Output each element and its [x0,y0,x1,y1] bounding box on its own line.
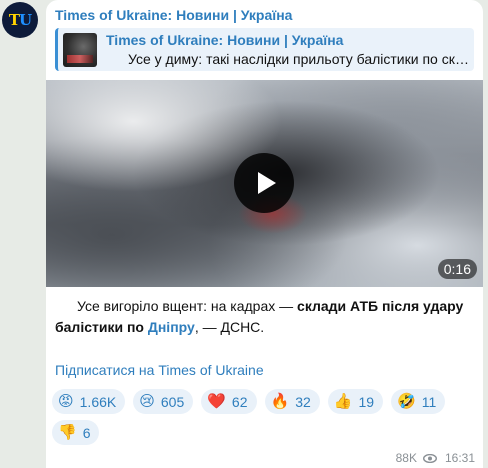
reaction-count: 6 [82,424,91,441]
message-meta: 88K 16:31 [396,451,475,465]
subscribe-link[interactable]: Підписатися на Times of Ukraine [55,362,264,378]
reaction-count: 11 [421,393,437,410]
reaction-thumbs-up[interactable]: 👍 19 [327,389,384,414]
reaction-count: 19 [358,393,375,410]
message-time: 16:31 [444,451,475,465]
video-duration: 0:16 [437,259,477,279]
play-button[interactable] [234,153,294,213]
thumbs-up-icon: 👍 [333,393,353,410]
reaction-laughing[interactable]: 🤣 11 [391,389,446,414]
reaction-angry[interactable]: 😡 1.66K [52,389,126,414]
reaction-heart[interactable]: ❤️ 62 [201,389,257,414]
message-caption: Усе вигоріло вщент: на кадрах — склади А… [55,296,475,338]
fire-icon: 🔥 [270,393,290,410]
reaction-count: 1.66K [79,393,117,410]
heart-icon: ❤️ [207,393,226,410]
play-icon [257,172,276,194]
video-player[interactable]: 0:16 [46,80,483,287]
channel-name[interactable]: Times of Ukraine: Новини | Україна [55,7,292,23]
thumbs-down-icon: 👎 [58,424,77,441]
message-bubble: Times of Ukraine: Новини | Україна Times… [46,0,483,468]
reaction-count: 62 [231,393,248,410]
reactions-bar: 😡 1.66K 😢 605 ❤️ 62 🔥 32 👍 19 🤣 11 👎 6 [52,389,452,445]
channel-avatar[interactable]: TU [2,2,38,38]
reply-text: Усе у диму: такі наслідки прильоту баліс… [128,51,470,67]
eye-icon [422,453,437,463]
reaction-count: 605 [160,393,185,410]
caption-text: Усе вигоріло вщент: на кадрах — [77,298,298,314]
reply-thumbnail [63,33,97,67]
forwarded-reply-preview[interactable]: Times of Ukraine: Новини | Україна Усе у… [55,28,474,71]
laughing-face-icon: 🤣 [397,393,416,410]
crying-face-icon: 😢 [139,393,155,410]
view-count: 88K [395,451,417,465]
reaction-crying[interactable]: 😢 605 [133,389,194,414]
reaction-fire[interactable]: 🔥 32 [264,389,320,414]
caption-text-end: , — ДСНС. [194,319,265,335]
reply-title: Times of Ukraine: Новини | Україна [106,32,344,48]
avatar-letter-t: T [8,11,20,29]
reaction-thumbs-down[interactable]: 👎 6 [52,420,100,445]
avatar-letter-u: U [19,11,32,29]
reaction-count: 32 [295,393,311,410]
angry-face-icon: 😡 [58,393,74,410]
caption-link-dnipro[interactable]: Дніпру [148,319,195,335]
